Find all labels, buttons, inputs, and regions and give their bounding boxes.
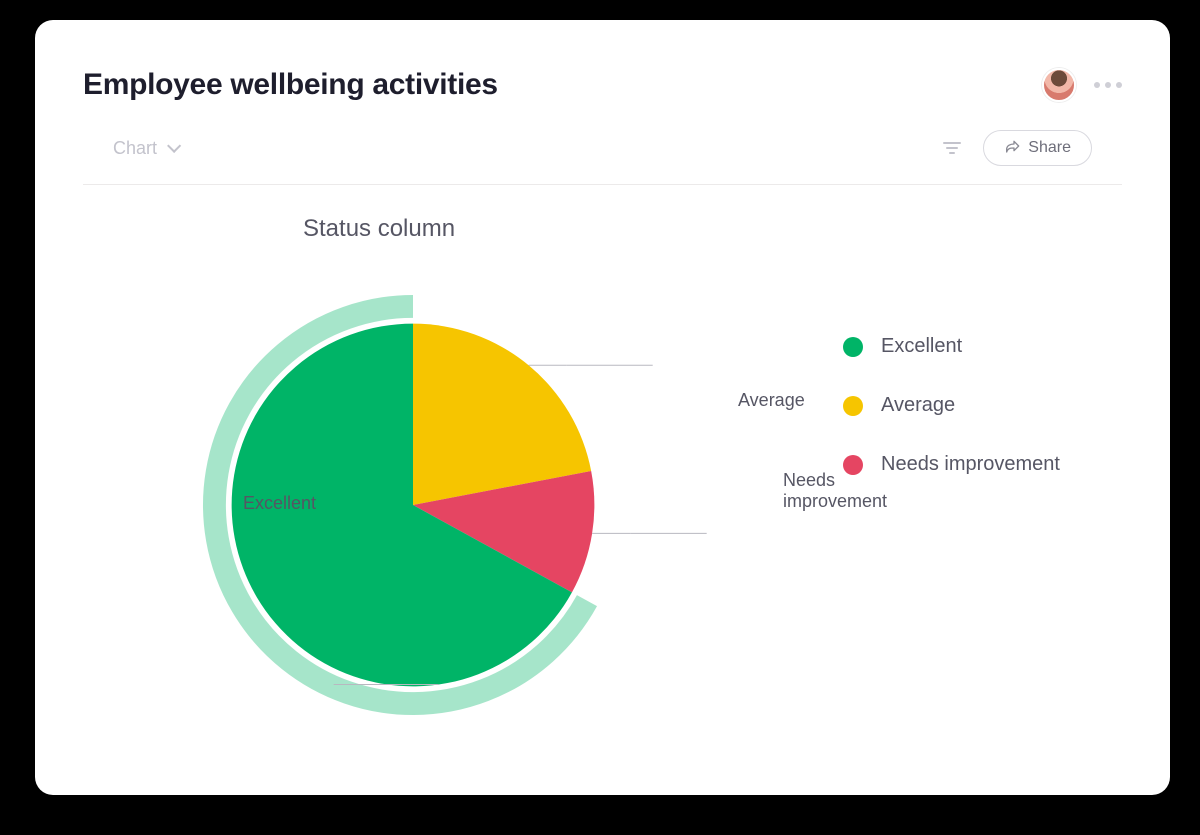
- view-selector[interactable]: Chart: [113, 138, 177, 159]
- toolbar: Chart Share: [83, 130, 1122, 185]
- legend-dot-icon: [843, 337, 863, 357]
- legend-item-needs: Needs improvement: [843, 453, 1060, 476]
- legend-label: Excellent: [881, 335, 962, 358]
- legend-label: Needs improvement: [881, 453, 1060, 476]
- share-arrow-icon: [1004, 140, 1020, 156]
- share-button-label: Share: [1028, 139, 1071, 157]
- legend-label: Average: [881, 394, 955, 417]
- page-title: Employee wellbeing activities: [83, 68, 498, 102]
- more-menu-icon[interactable]: [1094, 82, 1122, 88]
- legend-dot-icon: [843, 396, 863, 416]
- legend-item-excellent: Excellent: [843, 335, 1060, 358]
- callout-needs-improvement: Needs improvement: [783, 470, 923, 511]
- chart-title: Status column: [303, 215, 455, 243]
- chevron-down-icon: [167, 139, 181, 153]
- legend: Excellent Average Needs improvement: [843, 335, 1060, 476]
- chart-area: Status column Excellent Average Needs im…: [83, 185, 1122, 745]
- callout-excellent: Excellent: [243, 493, 316, 514]
- app-card: Employee wellbeing activities Chart: [35, 20, 1170, 795]
- share-button[interactable]: Share: [983, 130, 1092, 166]
- header: Employee wellbeing activities: [83, 68, 1122, 102]
- legend-item-average: Average: [843, 394, 1060, 417]
- view-selector-label: Chart: [113, 138, 157, 159]
- callout-average: Average: [738, 390, 805, 411]
- filter-icon[interactable]: [943, 142, 961, 154]
- pie-chart: Excellent Average Needs improvement: [203, 275, 623, 735]
- avatar[interactable]: [1042, 68, 1076, 102]
- legend-dot-icon: [843, 455, 863, 475]
